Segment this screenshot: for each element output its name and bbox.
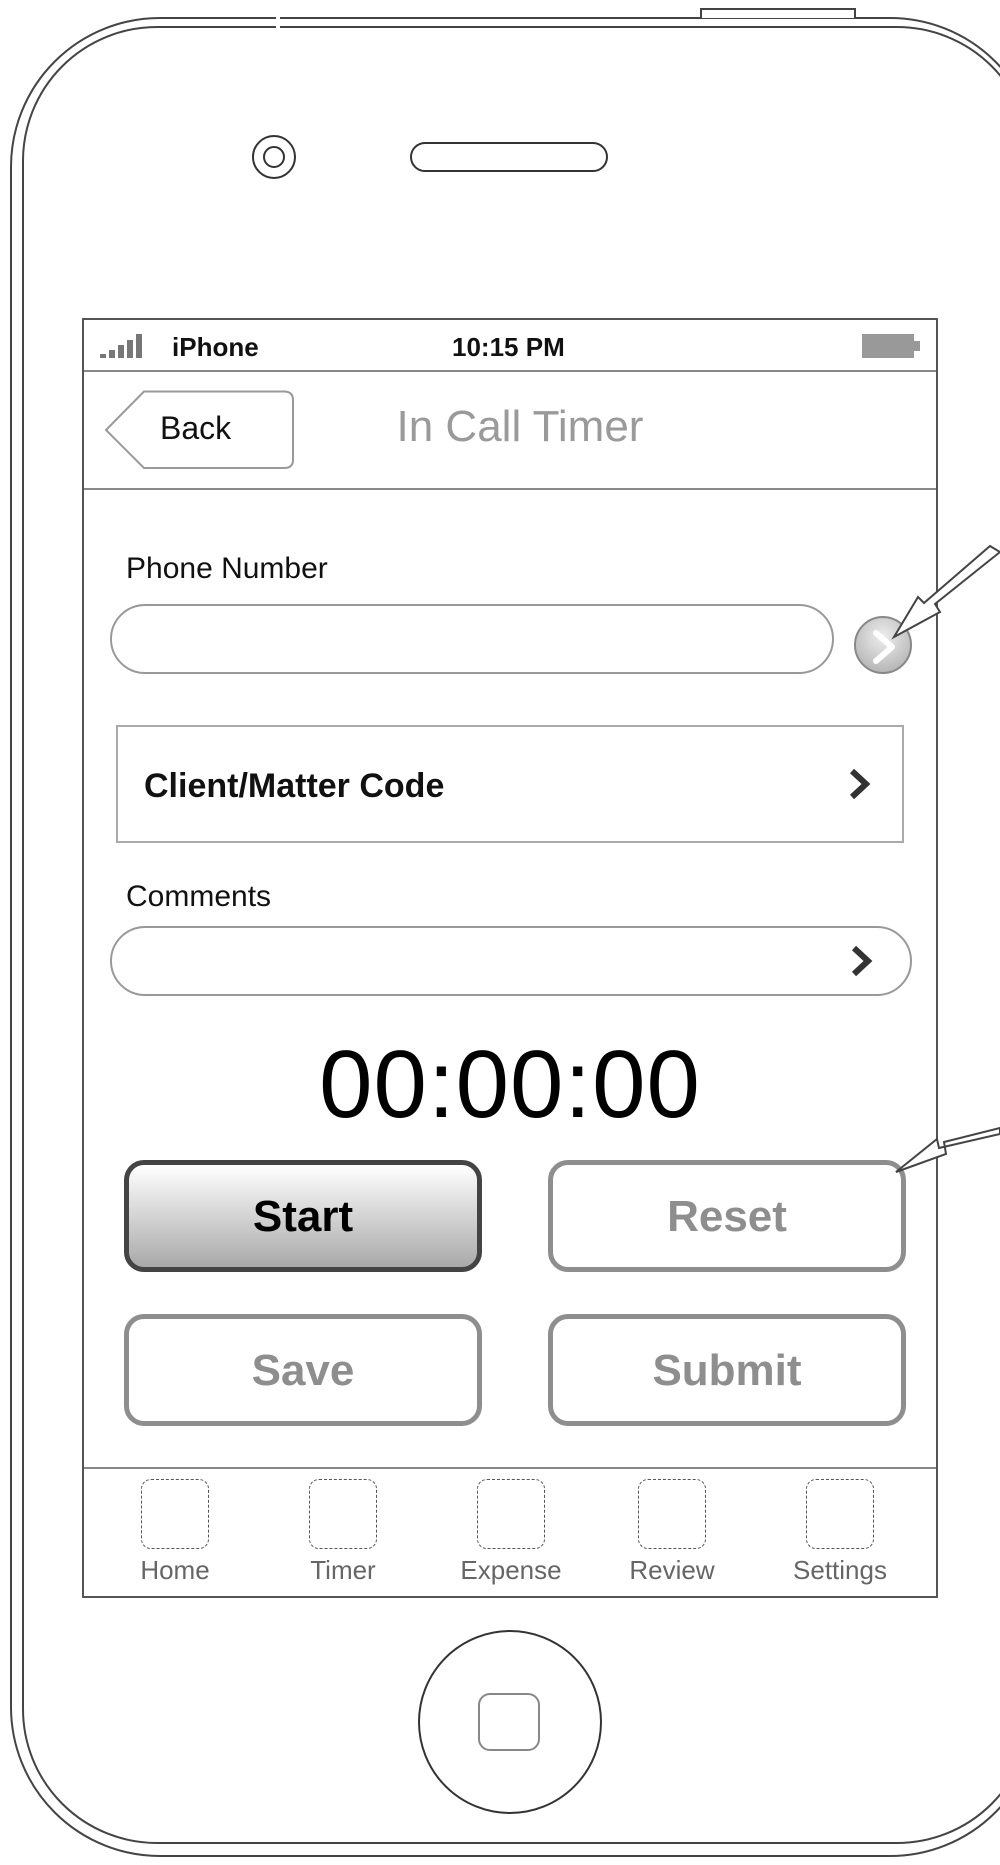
annotation-arrow-detail (891, 544, 1000, 640)
annotation-arrows (891, 544, 1000, 1173)
annotation-arrow-reset (895, 1126, 1000, 1173)
wireframe-canvas: iPhone 10:15 PM Back In Call Timer Phone… (0, 0, 1000, 1865)
